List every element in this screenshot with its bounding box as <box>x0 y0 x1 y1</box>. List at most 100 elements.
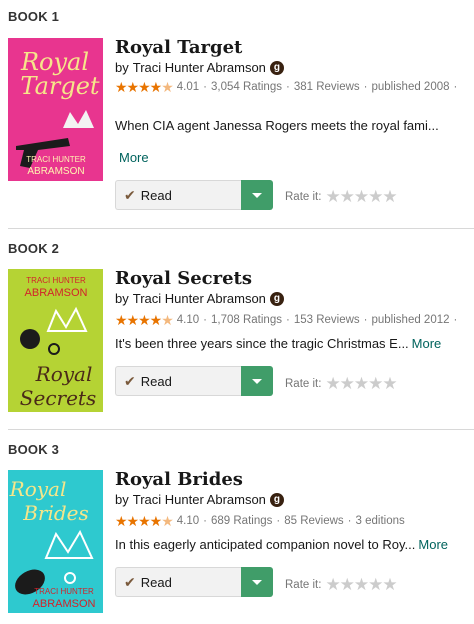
cover-author-line: TRACI HUNTER <box>26 276 86 285</box>
shelf-label: Read <box>140 187 172 203</box>
caret-down-icon <box>252 579 262 585</box>
rate-widget: Rate it: ★★★★★ <box>285 187 398 207</box>
rate-stars-icon[interactable]: ★★★★★ <box>325 575 397 595</box>
rating-meta: ★★★★★ 4.10 · 1,708 Ratings · 153 Reviews… <box>115 313 457 327</box>
avg-rating: 4.10 <box>176 515 200 527</box>
goodreads-author-icon: g <box>269 291 284 306</box>
rate-stars-icon[interactable]: ★★★★★ <box>325 187 397 207</box>
shelf-status-button[interactable]: ✔ Read <box>115 366 241 396</box>
reviews-count[interactable]: 85 Reviews <box>284 515 343 527</box>
more-link[interactable]: More <box>412 336 442 351</box>
published-info: published 2012 <box>371 314 450 326</box>
separator: · <box>363 314 368 326</box>
book-title[interactable]: Royal Target <box>115 37 242 58</box>
cover-author-line: TRACI HUNTER <box>34 587 94 596</box>
more-link[interactable]: More <box>418 537 448 552</box>
reviews-count[interactable]: 381 Reviews <box>294 81 360 93</box>
ratings-count[interactable]: 3,054 Ratings <box>211 81 282 93</box>
shelf-dropdown-button[interactable] <box>241 366 273 396</box>
book-number: BOOK 2 <box>8 241 60 256</box>
goodreads-author-icon: g <box>269 492 284 507</box>
cover-title-line: Secrets <box>20 386 96 410</box>
shelf-status-button[interactable]: ✔ Read <box>115 567 241 597</box>
book-description: In this eagerly anticipated companion no… <box>115 537 448 552</box>
by-label: by <box>115 291 129 306</box>
cover-author-line: TRACI HUNTER <box>26 155 86 164</box>
check-icon: ✔ <box>124 372 136 389</box>
cover-author-line: ABRAMSON <box>33 598 96 610</box>
by-label: by <box>115 60 129 75</box>
book-title[interactable]: Royal Brides <box>115 469 243 490</box>
by-label: by <box>115 492 129 507</box>
separator: · <box>276 515 281 527</box>
goodreads-author-icon: g <box>269 60 284 75</box>
separator: · <box>203 515 207 527</box>
rate-label: Rate it: <box>285 191 322 203</box>
book-cover[interactable]: TRACI HUNTER ABRAMSON Royal Secrets <box>8 269 103 412</box>
byline: by Traci Hunter Abramson g <box>115 60 284 75</box>
shelf-status-button[interactable]: ✔ Read <box>115 180 241 210</box>
shelf-dropdown-button[interactable] <box>241 180 273 210</box>
rating-meta: ★★★★★ 4.10 · 689 Ratings · 85 Reviews · … <box>115 514 405 528</box>
check-icon: ✔ <box>124 186 136 203</box>
cover-title-line: Brides <box>22 501 89 525</box>
separator: · <box>203 314 207 326</box>
shelf-button-group: ✔ Read <box>115 567 273 597</box>
shelf-button-group: ✔ Read <box>115 180 273 210</box>
ratings-count[interactable]: 689 Ratings <box>211 515 272 527</box>
book-description: When CIA agent Janessa Rogers meets the … <box>115 118 439 133</box>
cover-author-line: ABRAMSON <box>25 287 88 299</box>
reviews-count[interactable]: 153 Reviews <box>294 314 360 326</box>
cover-title-line: Royal <box>35 362 93 386</box>
book-cover[interactable]: Royal Target TRACI HUNTER ABRAMSON <box>8 38 103 181</box>
description-text: In this eagerly anticipated companion no… <box>115 537 416 552</box>
rate-stars-icon[interactable]: ★★★★★ <box>325 374 397 394</box>
cover-art: Royal Brides TRACI HUNTER ABRAMSON <box>8 470 103 613</box>
check-icon: ✔ <box>124 573 136 590</box>
published-info: published 2008 <box>371 81 450 93</box>
avg-rating: 4.10 <box>176 314 200 326</box>
rating-stars-icon: ★★★★★ <box>115 312 174 328</box>
separator: · <box>347 515 352 527</box>
divider <box>8 429 474 430</box>
rating-stars-icon: ★★★★★ <box>115 79 174 95</box>
avg-rating: 4.01 <box>176 81 200 93</box>
cover-title-line: Royal <box>9 477 67 501</box>
separator: · <box>285 81 290 93</box>
rating-stars-icon: ★★★★★ <box>115 513 174 529</box>
cover-art: TRACI HUNTER ABRAMSON Royal Secrets <box>8 269 103 412</box>
shelf-label: Read <box>140 574 172 590</box>
cover-author-line: ABRAMSON <box>27 166 84 177</box>
caret-down-icon <box>252 378 262 384</box>
byline: by Traci Hunter Abramson g <box>115 291 284 306</box>
caret-down-icon <box>252 192 262 198</box>
book-description: It's been three years since the tragic C… <box>115 336 441 351</box>
book-number: BOOK 3 <box>8 442 60 457</box>
rate-widget: Rate it: ★★★★★ <box>285 374 398 394</box>
rate-label: Rate it: <box>285 378 322 390</box>
book-cover[interactable]: Royal Brides TRACI HUNTER ABRAMSON <box>8 470 103 613</box>
shelf-label: Read <box>140 373 172 389</box>
byline: by Traci Hunter Abramson g <box>115 492 284 507</box>
rate-label: Rate it: <box>285 579 322 591</box>
rate-widget: Rate it: ★★★★★ <box>285 575 398 595</box>
cover-title-line: Target <box>20 72 99 100</box>
cover-art: Royal Target TRACI HUNTER ABRAMSON <box>8 38 103 181</box>
published-info[interactable]: 3 editions <box>356 515 405 527</box>
author-link[interactable]: Traci Hunter Abramson <box>133 291 266 306</box>
book-title[interactable]: Royal Secrets <box>115 268 252 289</box>
separator: · <box>203 81 207 93</box>
description-text: It's been three years since the tragic C… <box>115 336 409 351</box>
shelf-dropdown-button[interactable] <box>241 567 273 597</box>
more-link[interactable]: More <box>119 150 149 165</box>
separator: · <box>453 81 458 93</box>
separator: · <box>363 81 368 93</box>
shelf-button-group: ✔ Read <box>115 366 273 396</box>
separator: · <box>453 314 458 326</box>
ratings-count[interactable]: 1,708 Ratings <box>211 314 282 326</box>
separator: · <box>285 314 290 326</box>
author-link[interactable]: Traci Hunter Abramson <box>133 60 266 75</box>
rating-meta: ★★★★★ 4.01 · 3,054 Ratings · 381 Reviews… <box>115 80 457 94</box>
author-link[interactable]: Traci Hunter Abramson <box>133 492 266 507</box>
divider <box>8 228 474 229</box>
